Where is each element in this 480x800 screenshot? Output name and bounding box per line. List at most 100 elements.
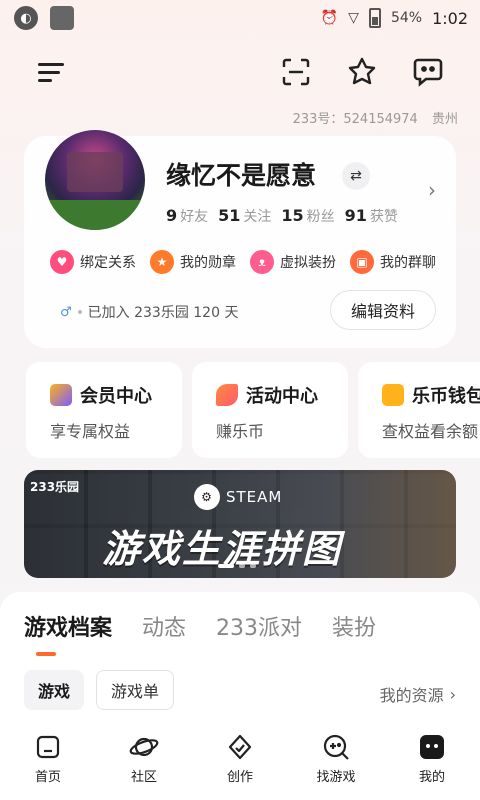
feature-row: ♥ 绑定关系 ★ 我的勋章 ᴥ 虚拟装扮 ▣ 我的群聊 bbox=[50, 250, 436, 274]
message-icon bbox=[413, 58, 443, 87]
tab-outfit[interactable]: 装扮 bbox=[332, 610, 376, 642]
wallet-card[interactable]: 乐币钱包 查权益看余额 bbox=[358, 362, 480, 458]
banner-pager bbox=[218, 564, 256, 568]
chevron-right-icon: › bbox=[449, 684, 456, 704]
tab-party[interactable]: 233派对 bbox=[216, 610, 302, 642]
heart-icon: ♥ bbox=[50, 250, 74, 274]
card-subtitle: 赚乐币 bbox=[216, 422, 265, 441]
switch-icon: ⇄ bbox=[350, 168, 362, 184]
bottom-nav: 首页 社区 创作 找游戏 我的 bbox=[0, 724, 480, 800]
card-subtitle: 查权益看余额 bbox=[382, 422, 479, 441]
nav-community[interactable]: 社区 bbox=[96, 724, 192, 800]
steam-logo: ⚙ STEAM bbox=[194, 484, 282, 510]
uid-line: 233号：524154974 贵州 bbox=[293, 108, 458, 127]
active-tab-indicator bbox=[36, 652, 56, 656]
wallet-icon bbox=[382, 384, 404, 406]
clock: 1:02 bbox=[432, 8, 468, 28]
pager-dot bbox=[250, 564, 256, 568]
menu-icon bbox=[38, 63, 64, 82]
my-resources-link[interactable]: 我的资源 › bbox=[380, 682, 456, 706]
location: 贵州 bbox=[431, 112, 458, 127]
feature-label: 我的勋章 bbox=[180, 255, 236, 271]
nav-label: 我的 bbox=[418, 770, 445, 785]
steam-label: STEAM bbox=[226, 488, 283, 506]
scan-button[interactable] bbox=[276, 52, 316, 92]
gamepad-search-icon bbox=[321, 732, 351, 762]
scan-icon bbox=[282, 58, 310, 86]
avatar[interactable] bbox=[45, 130, 145, 230]
subtab-game-lists[interactable]: 游戏单 bbox=[96, 670, 175, 710]
nav-label: 找游戏 bbox=[316, 770, 356, 785]
crown-icon bbox=[50, 384, 72, 406]
steam-icon: ⚙ bbox=[194, 484, 220, 510]
square-notification-icon bbox=[50, 6, 74, 30]
uid-value[interactable]: 524154974 bbox=[343, 112, 417, 127]
app-notification-icon: ◐ bbox=[14, 6, 38, 30]
medal-icon: ★ bbox=[150, 250, 174, 274]
create-icon bbox=[225, 732, 255, 762]
star-icon bbox=[348, 57, 376, 85]
messages-button[interactable] bbox=[408, 52, 448, 92]
male-icon: ♂ bbox=[60, 304, 72, 320]
stats-row: 9 好友 51 关注 15 粉丝 91 获赞 bbox=[166, 206, 398, 226]
feature-bind-relation[interactable]: ♥ 绑定关系 bbox=[50, 250, 136, 274]
edit-profile-button[interactable]: 编辑资料 bbox=[330, 290, 436, 330]
menu-button[interactable] bbox=[32, 52, 72, 92]
profile-tabs: 游戏档案 动态 233派对 装扮 bbox=[24, 610, 376, 642]
card-subtitle: 享专属权益 bbox=[50, 422, 131, 441]
separator-dot bbox=[77, 310, 82, 314]
status-bar: ◐ ⏰ ▽ 54% 1:02 bbox=[0, 0, 480, 36]
feature-group-chat[interactable]: ▣ 我的群聊 bbox=[350, 250, 436, 274]
cat-icon: ᴥ bbox=[250, 250, 274, 274]
username[interactable]: 缘忆不是愿意 bbox=[166, 156, 316, 192]
chevron-right-icon[interactable]: › bbox=[428, 178, 436, 202]
wifi-icon: ▽ bbox=[348, 10, 359, 26]
planet-icon bbox=[129, 732, 159, 762]
card-title: 会员中心 bbox=[80, 386, 152, 407]
nav-home[interactable]: 首页 bbox=[0, 724, 96, 800]
profile-card: 缘忆不是愿意 ⇄ › 9 好友 51 关注 15 粉丝 91 获赞 ♥ 绑定关系 ★ 我… bbox=[24, 130, 456, 348]
pager-dot-active bbox=[218, 564, 234, 568]
uid-label: 233号： bbox=[292, 112, 344, 127]
feature-medals[interactable]: ★ 我的勋章 bbox=[150, 250, 236, 274]
feature-label: 虚拟装扮 bbox=[280, 255, 336, 271]
party-icon bbox=[216, 384, 238, 406]
activity-center-card[interactable]: 活动中心 赚乐币 bbox=[192, 362, 348, 458]
profile-icon bbox=[417, 732, 447, 762]
nav-create[interactable]: 创作 bbox=[192, 724, 288, 800]
join-info: ♂ 已加入 233乐园 120 天 bbox=[60, 302, 238, 322]
stat-fans[interactable]: 15 粉丝 bbox=[281, 206, 334, 226]
banner-brand: 233乐园 bbox=[30, 480, 80, 494]
resource-link-label: 我的资源 bbox=[379, 686, 444, 705]
nav-find-games[interactable]: 找游戏 bbox=[288, 724, 384, 800]
tab-activity[interactable]: 动态 bbox=[142, 610, 186, 642]
joined-text: 已加入 233乐园 120 天 bbox=[87, 305, 239, 321]
nav-mine[interactable]: 我的 bbox=[384, 724, 480, 800]
subtab-games[interactable]: 游戏 bbox=[24, 670, 85, 710]
favorites-button[interactable] bbox=[342, 52, 382, 92]
card-title: 活动中心 bbox=[246, 386, 318, 407]
nav-label: 创作 bbox=[226, 770, 253, 785]
feature-virtual-outfit[interactable]: ᴥ 虚拟装扮 bbox=[250, 250, 336, 274]
feature-label: 我的群聊 bbox=[380, 255, 436, 271]
home-icon bbox=[33, 732, 63, 762]
promo-banner[interactable]: 233乐园 ⚙ STEAM 游戏生涯拼图 bbox=[24, 470, 456, 578]
card-title: 乐币钱包 bbox=[412, 386, 480, 407]
battery-percent: 54% bbox=[390, 10, 423, 26]
chat-group-icon: ▣ bbox=[350, 250, 374, 274]
vip-center-card[interactable]: 会员中心 享专属权益 bbox=[26, 362, 182, 458]
nav-label: 首页 bbox=[34, 770, 61, 785]
stat-following[interactable]: 51 关注 bbox=[218, 206, 271, 226]
top-toolbar bbox=[0, 52, 480, 92]
subtab-row: 游戏 游戏单 bbox=[24, 670, 175, 710]
stat-friends[interactable]: 9 好友 bbox=[166, 206, 208, 226]
tab-game-archive[interactable]: 游戏档案 bbox=[24, 610, 112, 642]
switch-account-button[interactable]: ⇄ bbox=[342, 162, 370, 190]
stat-likes[interactable]: 91 获赞 bbox=[345, 206, 398, 226]
quick-cards-row: 会员中心 享专属权益 活动中心 赚乐币 乐币钱包 查权益看余额 bbox=[26, 362, 480, 458]
battery-icon bbox=[368, 8, 381, 28]
nav-label: 社区 bbox=[130, 770, 157, 785]
pager-dot bbox=[239, 564, 245, 568]
alarm-icon: ⏰ bbox=[320, 10, 339, 26]
feature-label: 绑定关系 bbox=[80, 255, 136, 271]
